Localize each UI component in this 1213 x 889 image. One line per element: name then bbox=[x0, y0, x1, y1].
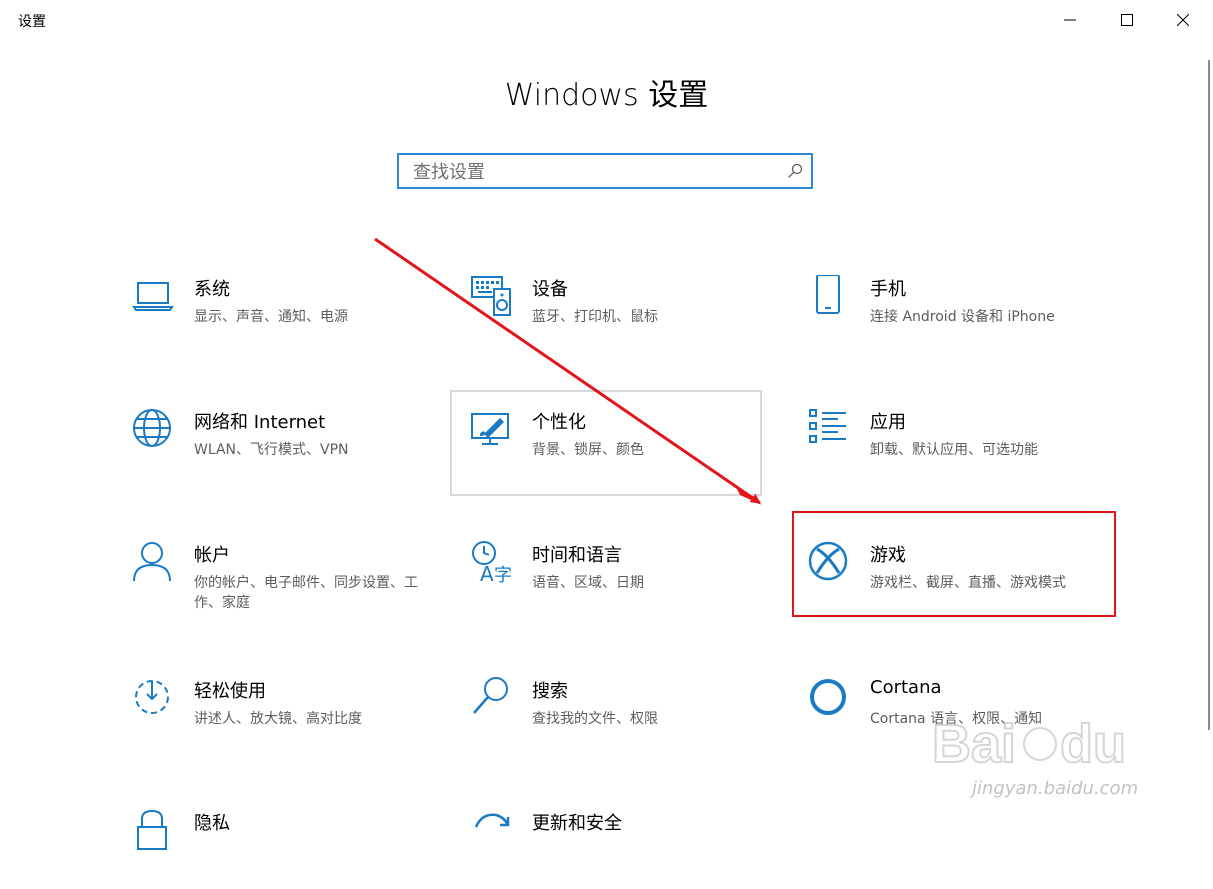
svg-text:Bai: Bai bbox=[932, 714, 1016, 774]
svg-text:du: du bbox=[1060, 714, 1126, 774]
watermark-text: jingyan.baidu.com bbox=[972, 778, 1139, 799]
